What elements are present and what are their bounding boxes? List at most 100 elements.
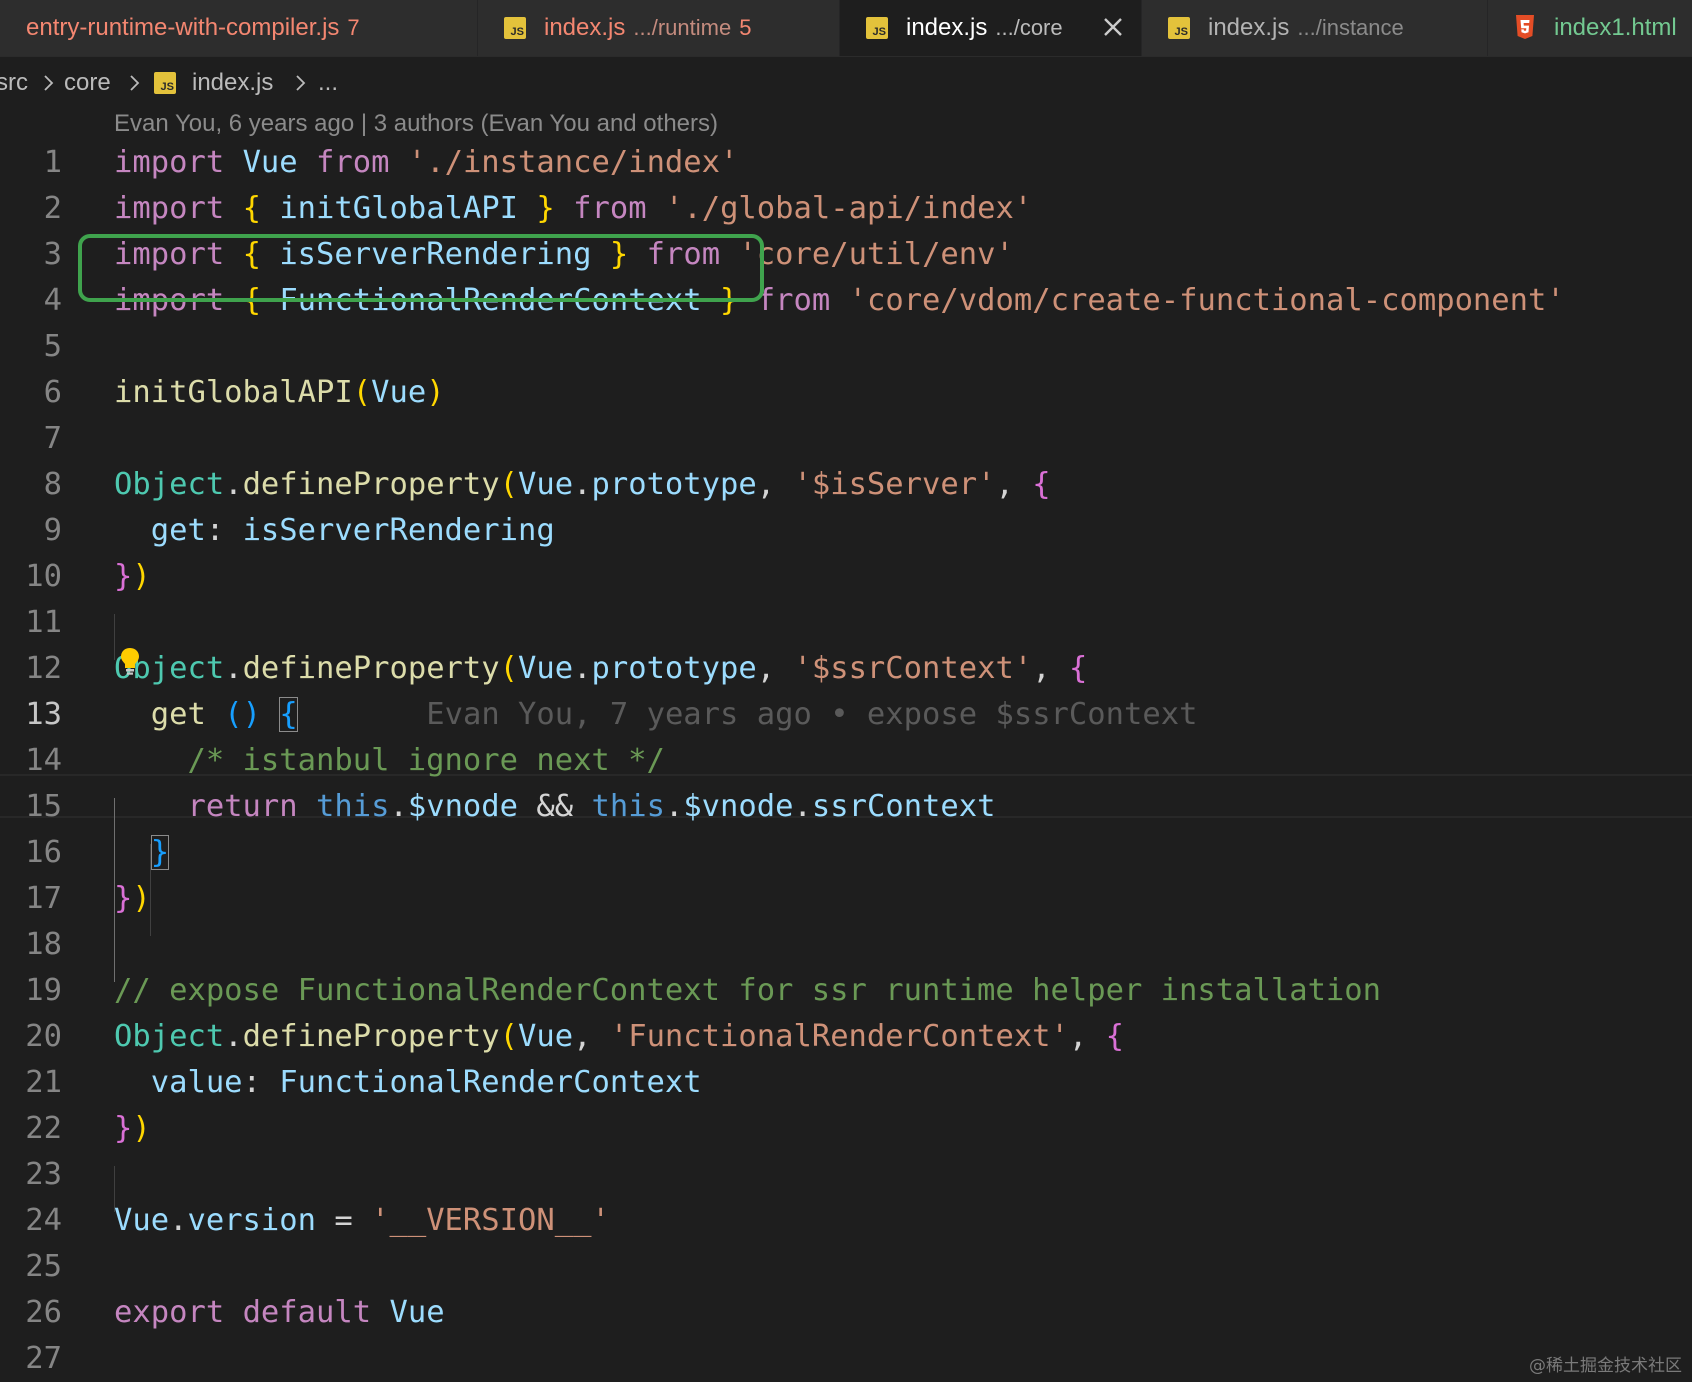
code-token: () — [224, 697, 261, 732]
line-number[interactable]: 18 — [0, 922, 62, 968]
code-line[interactable]: Object.defineProperty(Vue.prototype, '$s… — [114, 646, 1087, 692]
tab-label: index.js — [1208, 14, 1290, 41]
breadcrumb: src core JS index.js ... — [0, 58, 1692, 108]
chevron-right-icon — [44, 75, 54, 91]
line-number[interactable]: 11 — [0, 600, 62, 646]
line-number[interactable]: 5 — [0, 324, 62, 370]
code-token: defineProperty — [242, 1019, 500, 1054]
line-number[interactable]: 24 — [0, 1198, 62, 1244]
code-token: from — [316, 145, 390, 180]
code-token: return — [187, 789, 298, 824]
code-token: Vue — [518, 467, 574, 502]
code-line[interactable]: Object.defineProperty(Vue.prototype, '$i… — [114, 462, 1051, 508]
code-token: { — [1105, 1019, 1125, 1054]
code-token: } — [150, 835, 170, 870]
code-token: initGlobalAPI — [279, 191, 519, 226]
code-token: Object — [114, 1019, 225, 1054]
code-line[interactable]: }) — [114, 1106, 151, 1152]
line-number[interactable]: 2 — [0, 186, 62, 232]
inline-git-blame: Evan You, 7 years ago • expose $ssrConte… — [426, 697, 1198, 732]
line-number[interactable]: 13 — [0, 692, 62, 738]
git-blame-codelens[interactable]: Evan You, 6 years ago | 3 authors (Evan … — [114, 108, 718, 140]
line-number[interactable]: 14 — [0, 738, 62, 784]
code-line[interactable]: export default Vue — [114, 1290, 445, 1336]
tab-label: entry-runtime-with-compiler.js — [26, 14, 340, 41]
code-token: ) — [132, 1111, 151, 1146]
line-number[interactable]: 12 — [0, 646, 62, 692]
code-line[interactable]: // expose FunctionalRenderContext for ss… — [114, 968, 1381, 1014]
code-line[interactable]: return this.$vnode && this.$vnode.ssrCon… — [114, 784, 995, 830]
code-line[interactable]: /* istanbul ignore next */ — [114, 738, 665, 784]
tab-index-instance[interactable]: JS index.js .../instance — [1142, 0, 1488, 56]
code-token: import — [114, 191, 225, 226]
code-token: get — [150, 697, 206, 732]
tab-index1-html[interactable]: index1.html — [1488, 0, 1692, 56]
line-number[interactable]: 4 — [0, 278, 62, 324]
line-number[interactable]: 1 — [0, 140, 62, 186]
annotation-highlight-box — [78, 234, 764, 302]
code-token: . — [793, 789, 812, 824]
code-token: { — [279, 697, 298, 732]
line-number[interactable]: 15 — [0, 784, 62, 830]
code-line[interactable]: get () { Evan You, 7 years ago • expose … — [114, 692, 1197, 738]
code-line[interactable]: import Vue from './instance/index' — [114, 140, 738, 186]
code-token: /* istanbul ignore next */ — [187, 743, 665, 778]
code-line[interactable]: get: isServerRendering — [114, 508, 555, 554]
code-line[interactable]: initGlobalAPI(Vue) — [114, 370, 445, 416]
lightbulb-icon[interactable] — [118, 646, 142, 676]
line-number[interactable]: 27 — [0, 1336, 62, 1382]
line-number[interactable]: 9 — [0, 508, 62, 554]
breadcrumb-item-src[interactable]: src — [0, 58, 28, 108]
code-token: ) — [426, 375, 445, 410]
line-number[interactable]: 10 — [0, 554, 62, 600]
code-token: . — [224, 467, 243, 502]
code-token: ( — [499, 651, 519, 686]
line-number[interactable]: 20 — [0, 1014, 62, 1060]
code-token: get — [150, 513, 206, 548]
breadcrumb-item-more[interactable]: ... — [318, 58, 338, 108]
problem-count: 7 — [347, 15, 360, 40]
line-number[interactable]: 8 — [0, 462, 62, 508]
tab-entry-runtime-with-compiler[interactable]: JS entry-runtime-with-compiler.js7 — [0, 0, 478, 56]
code-token: . — [389, 789, 408, 824]
code-line[interactable]: value: FunctionalRenderContext — [114, 1060, 702, 1106]
tab-index-runtime[interactable]: JS index.js .../runtime 5 — [478, 0, 840, 56]
tab-description: .../runtime — [633, 15, 732, 40]
code-line[interactable]: Vue.version = '__VERSION__' — [114, 1198, 610, 1244]
line-number[interactable]: 6 — [0, 370, 62, 416]
code-line[interactable]: Object.defineProperty(Vue, 'FunctionalRe… — [114, 1014, 1124, 1060]
code-token: ) — [132, 881, 151, 916]
close-icon[interactable] — [1098, 12, 1128, 42]
code-editor[interactable]: Evan You, 6 years ago | 3 authors (Evan … — [0, 108, 1692, 1382]
line-number[interactable]: 26 — [0, 1290, 62, 1336]
line-number[interactable]: 16 — [0, 830, 62, 876]
line-number[interactable]: 7 — [0, 416, 62, 462]
line-number[interactable]: 25 — [0, 1244, 62, 1290]
code-token: // expose FunctionalRenderContext for ss… — [114, 973, 1382, 1008]
code-line[interactable]: }) — [114, 876, 151, 922]
code-line[interactable]: import { initGlobalAPI } from './global-… — [114, 186, 1032, 232]
tab-index-core[interactable]: JS index.js .../core — [840, 0, 1142, 56]
code-token: Vue — [518, 651, 574, 686]
code-token: , — [756, 467, 794, 502]
chevron-right-icon — [296, 75, 306, 91]
line-number[interactable]: 22 — [0, 1106, 62, 1152]
code-line[interactable]: }) — [114, 554, 151, 600]
code-token: value — [150, 1065, 243, 1100]
code-line[interactable]: } — [114, 830, 170, 876]
line-number[interactable]: 3 — [0, 232, 62, 278]
code-token: . — [664, 789, 684, 824]
code-token: Vue — [114, 1203, 170, 1238]
code-token: '$ssrContext' — [793, 651, 1033, 686]
breadcrumb-item-core[interactable]: core — [64, 58, 111, 108]
line-number[interactable]: 19 — [0, 968, 62, 1014]
line-number[interactable]: 21 — [0, 1060, 62, 1106]
code-token: && — [518, 789, 592, 824]
line-number[interactable]: 17 — [0, 876, 62, 922]
breadcrumb-item-file[interactable]: index.js — [192, 58, 273, 108]
line-number[interactable]: 23 — [0, 1152, 62, 1198]
